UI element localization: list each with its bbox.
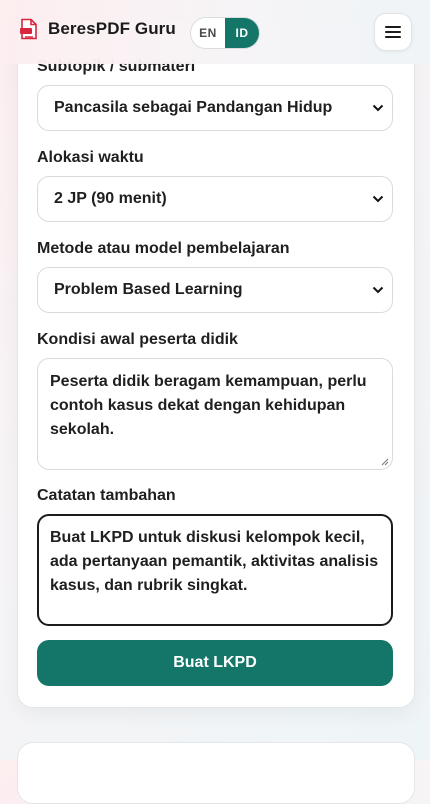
notes-value: Buat LKPD untuk diskusi kelompok kecil, … — [50, 529, 379, 594]
resize-handle-icon[interactable] — [380, 457, 389, 466]
top-bar: BeresPDF Guru EN ID — [0, 0, 430, 64]
chevron-down-icon — [372, 104, 384, 112]
create-lkpd-button[interactable]: Buat LKPD — [37, 640, 393, 686]
hamburger-menu-icon — [385, 26, 401, 38]
method-value: Problem Based Learning — [54, 281, 243, 298]
initial-condition-textarea[interactable]: Peserta didik beragam kemampuan, perlu c… — [37, 358, 393, 470]
subtopic-select[interactable]: Pancasila sebagai Pandangan Hidup — [37, 85, 393, 131]
duration-label: Alokasi waktu — [37, 149, 144, 166]
duration-select[interactable]: 2 JP (90 menit) — [37, 176, 393, 222]
brand-name: BeresPDF Guru — [48, 19, 176, 38]
brand[interactable]: BeresPDF Guru — [18, 18, 176, 40]
initial-condition-label: Kondisi awal peserta didik — [37, 331, 238, 348]
lang-en-option[interactable]: EN — [191, 18, 225, 48]
method-label: Metode atau model pembelajaran — [37, 240, 290, 257]
menu-button[interactable] — [374, 13, 412, 51]
subtopic-value: Pancasila sebagai Pandangan Hidup — [54, 99, 333, 116]
chevron-down-icon — [372, 286, 384, 294]
lang-id-option[interactable]: ID — [225, 18, 259, 48]
language-toggle[interactable]: EN ID — [190, 17, 260, 49]
method-select[interactable]: Problem Based Learning — [37, 267, 393, 313]
notes-label: Catatan tambahan — [37, 487, 176, 504]
duration-value: 2 JP (90 menit) — [54, 190, 167, 207]
chevron-down-icon — [372, 195, 384, 203]
notes-textarea[interactable]: Buat LKPD untuk diskusi kelompok kecil, … — [37, 514, 393, 626]
next-card — [17, 742, 415, 804]
initial-condition-value: Peserta didik beragam kemampuan, perlu c… — [50, 373, 367, 438]
pdf-document-icon — [20, 18, 37, 40]
